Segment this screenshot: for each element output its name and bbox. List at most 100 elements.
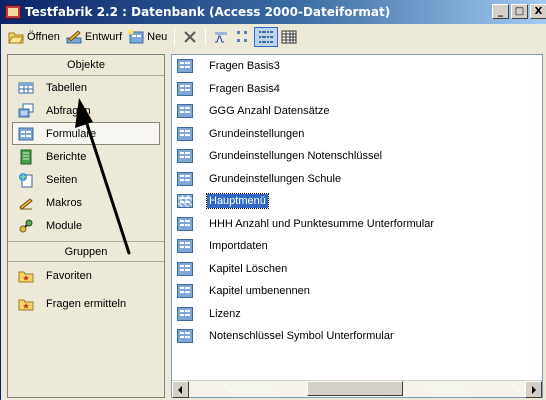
database-body: Objekte Tabellen Abfragen Formulare Beri… (1, 50, 546, 400)
module-icon (18, 218, 34, 234)
minimize-button[interactable]: _ (492, 4, 509, 19)
sidebar-item-reports[interactable]: Berichte (8, 145, 164, 168)
form-icon (177, 194, 193, 209)
sidebar-item-forms[interactable]: Formulare (12, 122, 160, 145)
horizontal-scrollbar[interactable] (172, 380, 542, 398)
sidebar-item-modules[interactable]: Module (8, 214, 164, 237)
list-item-selected[interactable]: Hauptmenü (172, 190, 542, 213)
form-icon (177, 216, 193, 231)
form-icon (177, 239, 193, 254)
list-item-label: Grundeinstellungen Notenschlüssel (209, 150, 383, 163)
sidebar-item-label: Berichte (46, 150, 87, 163)
form-icon (177, 149, 193, 164)
list-item[interactable]: Kapitel Löschen (172, 258, 542, 281)
new-form-icon (128, 29, 144, 45)
table-icon (18, 80, 34, 96)
form-icon (177, 126, 193, 141)
list-item-label: Grundeinstellungen (209, 127, 305, 140)
scroll-thumb[interactable] (307, 381, 403, 396)
sidebar-item-label: Module (46, 219, 83, 232)
large-icons-view-icon (213, 29, 229, 45)
details-view-button[interactable] (278, 27, 300, 47)
query-icon (18, 103, 34, 119)
close-button[interactable]: X (530, 4, 546, 19)
list-item[interactable]: Kapitel umbenennen (172, 280, 542, 303)
list-item[interactable]: Grundeinstellungen (172, 123, 542, 146)
list-item-label: Importdaten (209, 240, 268, 253)
group-folder-icon (18, 296, 34, 312)
list-item-label: Kapitel umbenennen (209, 285, 310, 298)
small-icons-view-icon (235, 29, 251, 45)
design-button[interactable]: Entwurf (63, 27, 125, 47)
window-title: Testfabrik 2.2 : Datenbank (Access 2000-… (25, 5, 391, 19)
list-view-icon (258, 29, 274, 45)
page-icon (18, 172, 34, 188)
scroll-track[interactable] (189, 381, 525, 397)
list-item-label: HHH Anzahl und Punktesumme Unterformular (209, 217, 434, 230)
objects-header[interactable]: Objekte (8, 55, 164, 76)
toolbar-separator (174, 28, 176, 46)
scroll-right-button[interactable] (525, 381, 542, 398)
sidebar-item-label: Makros (46, 196, 83, 209)
toolbar-separator (205, 28, 207, 46)
new-button[interactable]: Neu (125, 27, 170, 47)
sidebar-item-label: Favoriten (46, 270, 92, 282)
favorites-folder-icon (18, 268, 34, 284)
form-icon (177, 329, 193, 344)
sidebar-item-label: Tabellen (46, 81, 87, 94)
sidebar-item-queries[interactable]: Abfragen (8, 99, 164, 122)
list-item[interactable]: HHH Anzahl und Punktesumme Unterformular (172, 213, 542, 236)
large-icons-button[interactable] (210, 27, 232, 47)
list-item[interactable]: Fragen Basis4 (172, 78, 542, 101)
list-item-label: Hauptmenü (206, 193, 269, 210)
form-icon (177, 81, 193, 96)
sidebar-item-pages[interactable]: Seiten (8, 168, 164, 191)
report-icon (18, 149, 34, 165)
form-icon (177, 306, 193, 321)
details-view-icon (281, 29, 297, 45)
open-label: Öffnen (27, 31, 60, 43)
list-item-label: Fragen Basis4 (209, 82, 280, 95)
database-app-icon[interactable] (5, 4, 21, 20)
title-bar[interactable]: Testfabrik 2.2 : Datenbank (Access 2000-… (1, 0, 546, 24)
list-item[interactable]: Lizenz (172, 303, 542, 326)
list-item-label: GGG Anzahl Datensätze (209, 105, 330, 118)
sidebar-item-tables[interactable]: Tabellen (8, 76, 164, 99)
object-bar: Objekte Tabellen Abfragen Formulare Beri… (7, 54, 165, 398)
database-window: Testfabrik 2.2 : Datenbank (Access 2000-… (0, 0, 546, 400)
list-item-label: Notenschlüssel Symbol Unterformular (209, 330, 394, 343)
list-item[interactable]: Fragen Basis3 (172, 55, 542, 78)
sidebar-item-macros[interactable]: Makros (8, 191, 164, 214)
sidebar-item-label: Seiten (46, 173, 78, 186)
window-controls: _ □ X (492, 4, 546, 19)
list-item-label: Fragen Basis3 (209, 60, 280, 73)
new-label: Neu (147, 31, 168, 43)
form-icon (177, 284, 193, 299)
list-item[interactable]: Importdaten (172, 235, 542, 258)
scroll-left-button[interactable] (172, 381, 189, 398)
form-icon (177, 104, 193, 119)
small-icons-button[interactable] (232, 27, 254, 47)
design-icon (66, 29, 82, 45)
list-item[interactable]: Grundeinstellungen Schule (172, 168, 542, 191)
form-icon (177, 261, 193, 276)
groups-header[interactable]: Gruppen (8, 241, 164, 262)
list-item[interactable]: GGG Anzahl Datensätze (172, 100, 542, 123)
form-icon (177, 59, 193, 74)
object-list: Fragen Basis3 Fragen Basis4 GGG Anzahl D… (171, 54, 543, 398)
sidebar-item-label: Abfragen (46, 104, 91, 117)
list-item[interactable]: Grundeinstellungen Notenschlüssel (172, 145, 542, 168)
sidebar-item-group-questions[interactable]: Fragen ermitteln (8, 290, 164, 318)
delete-button[interactable] (179, 27, 201, 47)
form-icon (177, 171, 193, 186)
maximize-button[interactable]: □ (511, 4, 528, 19)
sidebar-item-label: Fragen ermitteln (46, 298, 127, 310)
delete-x-icon (182, 29, 198, 45)
list-item[interactable]: Notenschlüssel Symbol Unterformular (172, 325, 542, 348)
list-view-button[interactable] (254, 27, 279, 47)
list-item-label: Grundeinstellungen Schule (209, 172, 342, 185)
sidebar-item-favorites[interactable]: Favoriten (8, 262, 164, 290)
macro-icon (18, 195, 34, 211)
list-item-label: Lizenz (209, 307, 241, 320)
open-button[interactable]: Öffnen (5, 27, 63, 47)
